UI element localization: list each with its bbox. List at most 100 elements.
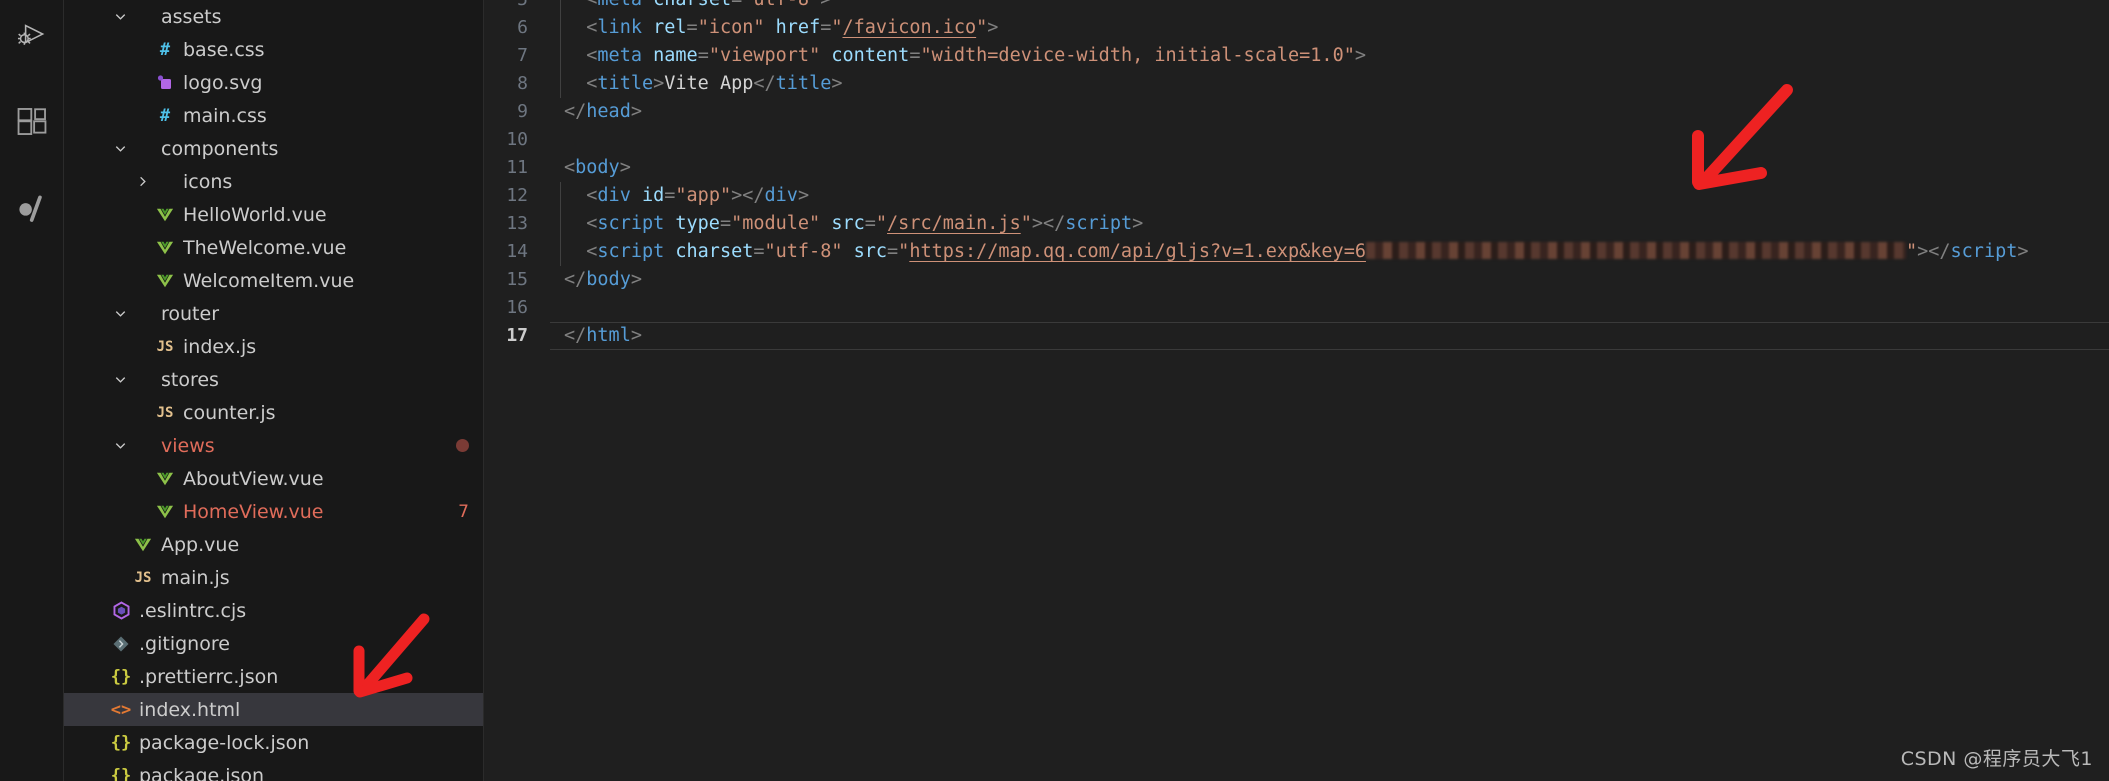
code-token: > (820, 0, 831, 10)
code-line-content: <link rel="icon" href="/favicon.ico"> (550, 14, 998, 42)
tree-item-label: index.js (183, 335, 257, 358)
code-token: < (586, 213, 598, 234)
tree-item-label: stores (161, 368, 219, 391)
tree-item-index-js[interactable]: JS index.js (64, 330, 483, 363)
tree-item-main-js[interactable]: JS main.js (64, 561, 483, 594)
code-token: > (1031, 213, 1043, 234)
code-token: title (597, 73, 654, 94)
tree-item-index-html[interactable]: <> index.html (64, 693, 483, 726)
line-number: 5 (484, 0, 550, 14)
tree-item-app-vue[interactable]: App.vue (64, 528, 483, 561)
code-token: div (764, 185, 798, 206)
code-token: </ (742, 185, 765, 206)
tree-item-assets[interactable]: assets (64, 0, 483, 33)
tree-item-logo-svg[interactable]: logo.svg (64, 66, 483, 99)
code-line[interactable]: 11 <body> (484, 154, 2109, 182)
tree-item-homeview-vue[interactable]: HomeView.vue 7 (64, 495, 483, 528)
code-line[interactable]: 5 <meta charset="utf-8"> (484, 0, 2109, 14)
code-lines: 5 <meta charset="utf-8">6 <link rel="ico… (484, 0, 2109, 350)
line-number: 11 (506, 157, 528, 178)
code-line[interactable]: 10 (484, 126, 2109, 154)
tree-item-stores[interactable]: stores (64, 363, 483, 396)
code-line[interactable]: 6 <link rel="icon" href="/favicon.ico"> (484, 14, 2109, 42)
code-line-content: <meta charset="utf-8"> (550, 0, 831, 14)
tree-item-aboutview-vue[interactable]: AboutView.vue (64, 462, 483, 495)
line-number: 7 (517, 45, 528, 66)
tree-item-main-css[interactable]: # main.css (64, 99, 483, 132)
json-file-icon: {} (110, 765, 132, 781)
css-file-icon: # (159, 39, 171, 60)
tree-item-icons[interactable]: icons (64, 165, 483, 198)
tree-item-counter-js[interactable]: JS counter.js (64, 396, 483, 429)
tree-item-router[interactable]: router (64, 297, 483, 330)
tree-item-package-lock-json[interactable]: {} package-lock.json (64, 726, 483, 759)
code-line[interactable]: 12 <div id="app"></div> (484, 182, 2109, 210)
code-editor[interactable]: 5 <meta charset="utf-8">6 <link rel="ico… (484, 0, 2109, 781)
code-token: > (630, 101, 642, 122)
tree-item-components[interactable]: components (64, 132, 483, 165)
vscode-window: assets # base.css logo.svg # main.css componen… (0, 0, 2109, 781)
chevron-down-icon[interactable] (110, 436, 130, 456)
tree-item-prettierrc-json[interactable]: {} .prettierrc.json (64, 660, 483, 693)
explorer-file-tree[interactable]: assets # base.css logo.svg # main.css componen… (64, 0, 484, 781)
extensions-icon[interactable] (0, 90, 64, 154)
code-line-content: <div id="app"></div> (550, 182, 809, 210)
code-token: " (898, 241, 910, 262)
code-line[interactable]: 9 </head> (484, 98, 2109, 126)
line-number: 15 (506, 269, 528, 290)
gitignore-file-icon (108, 635, 134, 653)
tree-item-helloworld-vue[interactable]: HelloWorld.vue (64, 198, 483, 231)
tree-item-thewelcome-vue[interactable]: TheWelcome.vue (64, 231, 483, 264)
code-line[interactable]: 13 <script type="module" src="/src/main.… (484, 210, 2109, 238)
line-number: 8 (517, 73, 528, 94)
chevron-down-icon[interactable] (110, 304, 130, 324)
chevron-down-icon[interactable] (110, 7, 130, 27)
tree-item-eslintrc-cjs[interactable]: .eslintrc.cjs (64, 594, 483, 627)
code-line[interactable]: 16 (484, 294, 2109, 322)
code-line[interactable]: 8 <title>Vite App</title> (484, 70, 2109, 98)
code-token: > (2017, 241, 2029, 262)
remote-explorer-icon[interactable] (0, 176, 64, 240)
code-token: html (586, 325, 631, 346)
chevron-right-icon[interactable] (132, 172, 152, 192)
code-token: = (686, 17, 698, 38)
tree-item-views[interactable]: views (64, 429, 483, 462)
run-and-debug-icon[interactable] (0, 6, 64, 70)
code-token: type (675, 213, 720, 234)
tree-item-label: package.json (139, 764, 265, 781)
tree-item-gitignore[interactable]: .gitignore (64, 627, 483, 660)
chevron-down-icon[interactable] (110, 370, 130, 390)
code-line-content: </head> (550, 98, 642, 126)
code-line[interactable]: 7 <meta name="viewport" content="width=d… (484, 42, 2109, 70)
code-token: > (1132, 213, 1144, 234)
code-token: > (630, 269, 642, 290)
tree-item-package-json[interactable]: {} package.json (64, 759, 483, 781)
code-line[interactable]: 15 </body> (484, 266, 2109, 294)
code-token: src (853, 241, 888, 262)
code-line[interactable]: 17 </html> (484, 322, 2109, 350)
chevron-down-icon[interactable] (110, 139, 130, 159)
code-line[interactable]: 14 <script charset="utf-8" src="https://… (484, 238, 2109, 266)
tree-item-welcomeitem-vue[interactable]: WelcomeItem.vue (64, 264, 483, 297)
code-token: = (719, 213, 732, 234)
tree-item-base-css[interactable]: # base.css (64, 33, 483, 66)
code-token: href (775, 17, 821, 38)
code-token: = (820, 17, 832, 38)
code-token: > (1354, 45, 1366, 66)
activity-bar (0, 0, 64, 781)
code-line-content: <title>Vite App</title> (550, 70, 842, 98)
code-token: </ (1042, 213, 1066, 234)
